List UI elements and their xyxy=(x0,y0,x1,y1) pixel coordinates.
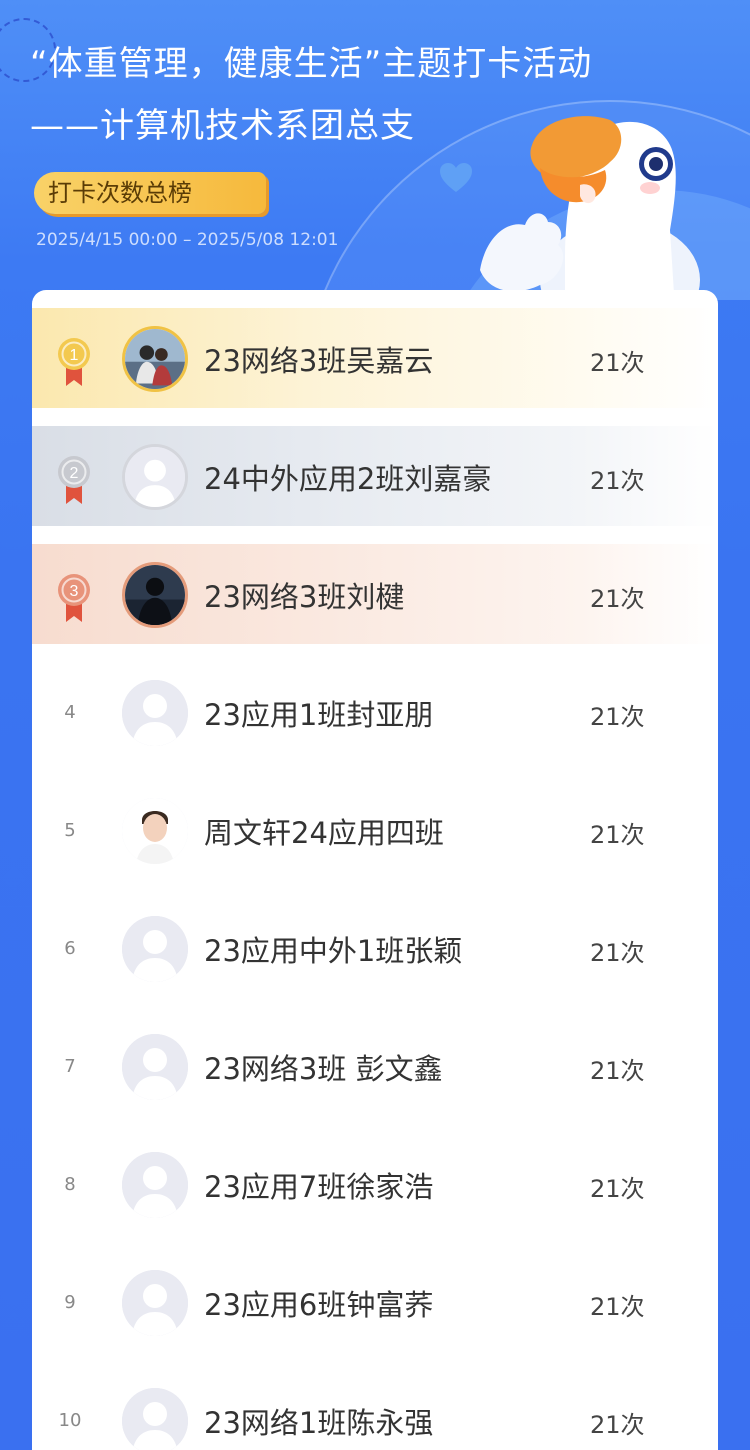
avatar[interactable] xyxy=(122,326,188,392)
leaderboard-row[interactable]: 3 23网络3班刘楗 21次 xyxy=(32,544,718,644)
participant-name: 24中外应用2班刘嘉豪 xyxy=(204,462,492,496)
checkin-count: 21次 xyxy=(590,1057,645,1085)
page-title-line1: “体重管理，健康生活”主题打卡活动 xyxy=(30,44,593,84)
participant-name: 23应用7班徐家浩 xyxy=(204,1170,434,1204)
rank-number: 10 xyxy=(58,1410,82,1431)
checkin-count: 21次 xyxy=(590,939,645,967)
medal-rank-text: 2 xyxy=(70,465,79,482)
participant-name: 23网络3班刘楗 xyxy=(204,580,405,614)
rank-number: 7 xyxy=(64,1056,76,1077)
leaderboard-card: 1 23网络3班吴嘉云 21次 2 24中外应用2班刘嘉豪 21次 3 23网络3班刘楗 21次… xyxy=(32,290,718,1450)
participant-name: 23网络3班 彭文鑫 xyxy=(204,1052,443,1086)
checkin-count: 21次 xyxy=(590,349,645,377)
leaderboard-row[interactable]: 4 23应用1班封亚朋 21次 xyxy=(32,662,718,762)
avatar[interactable] xyxy=(122,680,188,746)
leaderboard-row[interactable]: 1 23网络3班吴嘉云 21次 xyxy=(32,308,718,408)
leaderboard-row[interactable]: 5 周文轩24应用四班 21次 xyxy=(32,780,718,880)
rank-number: 6 xyxy=(64,938,76,959)
participant-name: 23应用中外1班张颖 xyxy=(204,934,463,968)
leaderboard-row[interactable]: 2 24中外应用2班刘嘉豪 21次 xyxy=(32,426,718,526)
rank-number: 8 xyxy=(64,1174,76,1195)
participant-name: 23网络1班陈永强 xyxy=(204,1406,434,1440)
avatar[interactable] xyxy=(122,798,188,864)
goose-mascot-icon xyxy=(480,116,700,300)
checkin-count: 21次 xyxy=(590,1293,645,1321)
avatar[interactable] xyxy=(122,444,188,510)
medal-bronze-icon: 3 xyxy=(54,572,94,624)
leaderboard-row[interactable]: 9 23应用6班钟富荞 21次 xyxy=(32,1252,718,1352)
avatar[interactable] xyxy=(122,1388,188,1450)
header-banner: “体重管理，健康生活”主题打卡活动 ——计算机技术系团总支 打卡次数总榜 202… xyxy=(0,0,750,300)
leaderboard-row[interactable]: 7 23网络3班 彭文鑫 21次 xyxy=(32,1016,718,1116)
avatar[interactable] xyxy=(122,916,188,982)
avatar[interactable] xyxy=(122,562,188,628)
leaderboard-row[interactable]: 6 23应用中外1班张颖 21次 xyxy=(32,898,718,998)
participant-name: 23网络3班吴嘉云 xyxy=(204,344,434,378)
medal-gold-icon: 1 xyxy=(54,336,94,388)
avatar[interactable] xyxy=(122,1270,188,1336)
checkin-count: 21次 xyxy=(590,821,645,849)
date-range: 2025/4/15 00:00 – 2025/5/08 12:01 xyxy=(36,230,339,250)
medal-silver-icon: 2 xyxy=(54,454,94,506)
avatar[interactable] xyxy=(122,1152,188,1218)
rank-number: 9 xyxy=(64,1292,76,1313)
heart-icon xyxy=(440,163,472,192)
participant-name: 周文轩24应用四班 xyxy=(204,816,444,850)
medal-rank-text: 1 xyxy=(70,347,79,364)
checkin-count: 21次 xyxy=(590,703,645,731)
checkin-count: 21次 xyxy=(590,1411,645,1439)
checkin-count: 21次 xyxy=(590,585,645,613)
checkin-count: 21次 xyxy=(590,467,645,495)
avatar[interactable] xyxy=(122,1034,188,1100)
checkin-count: 21次 xyxy=(590,1175,645,1203)
rank-number: 5 xyxy=(64,820,76,841)
medal-rank-text: 3 xyxy=(70,583,79,600)
participant-name: 23应用6班钟富荞 xyxy=(204,1288,434,1322)
page-title-line2: ——计算机技术系团总支 xyxy=(30,106,415,146)
rank-number: 4 xyxy=(64,702,76,723)
leaderboard-tab-total[interactable]: 打卡次数总榜 xyxy=(34,172,266,214)
leaderboard-row[interactable]: 10 23网络1班陈永强 21次 xyxy=(32,1370,718,1450)
participant-name: 23应用1班封亚朋 xyxy=(204,698,434,732)
leaderboard-row[interactable]: 8 23应用7班徐家浩 21次 xyxy=(32,1134,718,1234)
